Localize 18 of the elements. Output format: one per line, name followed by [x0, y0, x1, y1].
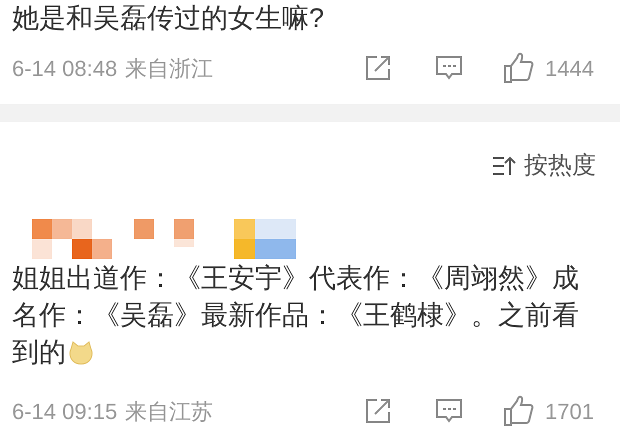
comment-time: 6-14 09:15	[12, 398, 118, 426]
share-icon[interactable]	[365, 398, 392, 424]
comment-location: 来自江苏	[125, 398, 214, 426]
emoji-icon	[68, 340, 94, 366]
comment-time: 6-14 08:48	[12, 54, 118, 82]
comment-location: 来自浙江	[125, 54, 214, 82]
comment-text: 到的	[12, 336, 66, 369]
comment-text: 姐姐出道作：《王安宇》代表作：《周翊然》成名作：《吴磊》最新作品：《王鹤棣》。之前看	[12, 262, 580, 332]
thumbs-up-icon[interactable]	[503, 52, 536, 84]
like-count: 1701	[545, 398, 594, 426]
sort-button[interactable]: 按热度	[492, 148, 596, 184]
comment-text: 她是和吴磊传过的女生嘛?	[11, 2, 326, 35]
comment-icon[interactable]	[435, 398, 464, 424]
like-count: 1444	[545, 54, 594, 82]
thumbs-up-icon[interactable]	[503, 395, 536, 427]
sort-icon	[492, 155, 516, 177]
comment-icon[interactable]	[435, 55, 464, 81]
share-icon[interactable]	[365, 55, 392, 81]
